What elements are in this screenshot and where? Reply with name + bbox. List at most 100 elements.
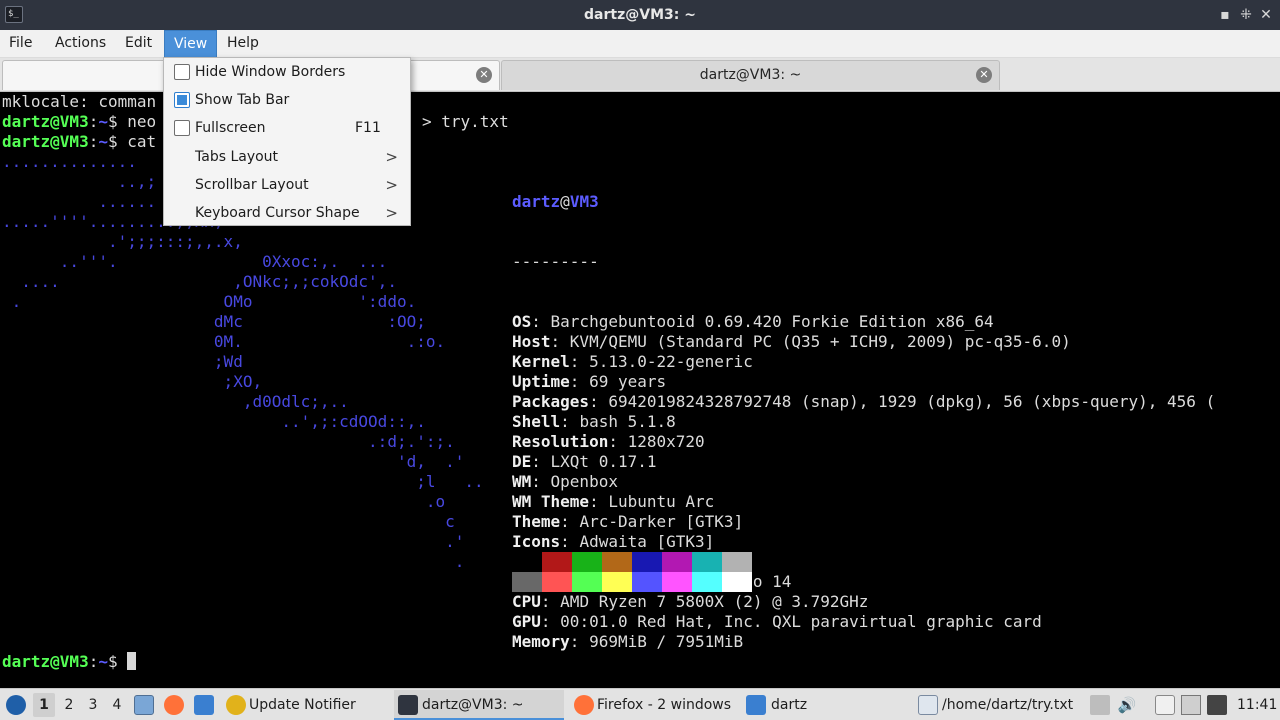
info-key: Uptime bbox=[512, 372, 570, 391]
info-line: Memory: 969MiB / 7951MiB bbox=[512, 632, 744, 651]
desktop-1-button[interactable]: 1 bbox=[33, 693, 55, 717]
info-value: Openbox bbox=[550, 472, 618, 491]
show-tab-bar-checkbox[interactable] bbox=[174, 92, 190, 108]
network-icon[interactable] bbox=[1181, 695, 1201, 715]
info-header: dartz@VM3 bbox=[512, 192, 599, 211]
info-line: Host: KVM/QEMU (Standard PC (Q35 + ICH9,… bbox=[512, 332, 1071, 351]
task-terminal[interactable]: dartz@VM3: ~ bbox=[394, 690, 564, 720]
menu-item-fullscreen[interactable]: Fullscreen F11 bbox=[164, 114, 410, 142]
color-swatch bbox=[542, 552, 572, 572]
tab-2[interactable]: dartz@VM3: ~ ✕ bbox=[501, 60, 1000, 90]
terminal-line-1: mklocale: comman bbox=[2, 92, 157, 111]
hide-window-borders-checkbox[interactable] bbox=[174, 64, 190, 80]
menu-item-tabs-layout[interactable]: Tabs Layout > bbox=[164, 143, 410, 171]
info-line: Shell: bash 5.1.8 bbox=[512, 412, 676, 431]
logo-line: dMc :OO; bbox=[2, 312, 426, 331]
logo-line: ,d0Odlc;,.. bbox=[2, 392, 349, 411]
logo-line: .' bbox=[2, 532, 465, 551]
firefox-icon bbox=[574, 695, 594, 715]
color-swatch bbox=[692, 552, 722, 572]
show-desktop-icon[interactable] bbox=[134, 695, 154, 715]
desktop-4-button[interactable]: 4 bbox=[106, 693, 128, 717]
info-line: CPU: AMD Ryzen 7 5800X (2) @ 3.792GHz bbox=[512, 592, 869, 611]
info-key: Memory bbox=[512, 632, 570, 651]
info-line: WM Theme: Lubuntu Arc bbox=[512, 492, 715, 511]
logo-line: ;l .. bbox=[2, 472, 484, 491]
info-value: 969MiB / 7951MiB bbox=[589, 632, 744, 651]
task-firefox[interactable]: Firefox - 2 windows bbox=[570, 690, 740, 720]
desktop-3-button[interactable]: 3 bbox=[82, 693, 104, 717]
menu-item-keyboard-cursor-shape[interactable]: Keyboard Cursor Shape > bbox=[164, 199, 410, 227]
info-value: 00:01.0 Red Hat, Inc. QXL paravirtual gr… bbox=[560, 612, 1042, 631]
desktop-2-button[interactable]: 2 bbox=[58, 693, 80, 717]
logo-line: ;XO, bbox=[2, 372, 263, 391]
menu-actions[interactable]: Actions bbox=[46, 30, 115, 58]
terminal-line-2-tail: > try.txt bbox=[422, 112, 509, 131]
menu-help[interactable]: Help bbox=[218, 30, 268, 58]
logo-line: 0M. .:o. bbox=[2, 332, 446, 351]
keyboard-cursor-shape-label: Keyboard Cursor Shape bbox=[195, 205, 360, 221]
volume-icon[interactable]: 🔊 bbox=[1117, 695, 1137, 715]
terminal-icon bbox=[398, 695, 418, 715]
screen-icon[interactable] bbox=[1207, 695, 1227, 715]
window-title: dartz@VM3: ~ bbox=[584, 7, 696, 23]
logo-line: . OMo ':ddo. bbox=[2, 292, 417, 311]
text-cursor bbox=[127, 652, 137, 670]
task-label: /home/dartz/try.txt bbox=[942, 697, 1074, 713]
info-key: WM bbox=[512, 472, 532, 491]
task-dartz-folder[interactable]: dartz bbox=[742, 690, 912, 720]
tabs-layout-label: Tabs Layout bbox=[195, 149, 279, 165]
color-swatch bbox=[512, 552, 542, 572]
title-bar: $_ dartz@VM3: ~ ▪ ⁜ ✕ bbox=[0, 0, 1280, 30]
menu-item-show-tab-bar[interactable]: Show Tab Bar bbox=[164, 86, 410, 114]
info-line: Resolution: 1280x720 bbox=[512, 432, 705, 451]
hide-window-borders-label: Hide Window Borders bbox=[195, 64, 346, 80]
fullscreen-checkbox[interactable] bbox=[174, 120, 190, 136]
info-line: WM: Openbox bbox=[512, 472, 618, 491]
info-key: Packages bbox=[512, 392, 590, 411]
tab-2-close-icon[interactable]: ✕ bbox=[976, 67, 992, 83]
info-value: 6942019824328792748 (snap), 1929 (dpkg),… bbox=[608, 392, 1216, 411]
terminal-line-3: dartz@VM3:~$ cat bbox=[2, 132, 157, 151]
clock[interactable]: 11:41 bbox=[1237, 689, 1277, 720]
task-text-editor[interactable]: /home/dartz/try.txt bbox=[914, 690, 1084, 720]
info-key: GPU bbox=[512, 612, 541, 631]
start-menu-icon[interactable] bbox=[6, 695, 26, 715]
close-window-icon[interactable]: ✕ bbox=[1257, 5, 1275, 25]
logo-line: .';;;:::;,,.x, bbox=[2, 232, 243, 251]
info-value: 69 years bbox=[589, 372, 667, 391]
info-key: Theme bbox=[512, 512, 561, 531]
menu-edit[interactable]: Edit bbox=[116, 30, 161, 58]
info-value: 1280x720 bbox=[627, 432, 705, 451]
menu-item-scrollbar-layout[interactable]: Scrollbar Layout > bbox=[164, 171, 410, 199]
info-key: OS bbox=[512, 312, 532, 331]
update-notifier-icon bbox=[226, 695, 246, 715]
menu-item-hide-window-borders[interactable]: Hide Window Borders bbox=[164, 58, 410, 86]
menu-file[interactable]: File bbox=[0, 30, 41, 58]
text-editor-icon bbox=[918, 695, 938, 715]
info-line: Packages: 6942019824328792748 (snap), 19… bbox=[512, 392, 1216, 411]
color-swatch bbox=[632, 552, 662, 572]
updates-tray-icon[interactable] bbox=[1090, 695, 1110, 715]
tab-1-close-icon[interactable]: ✕ bbox=[476, 67, 492, 83]
info-key: CPU bbox=[512, 592, 541, 611]
clipboard-icon[interactable] bbox=[1155, 695, 1175, 715]
task-label: dartz bbox=[771, 697, 808, 713]
task-update-notifier[interactable]: Update Notifier bbox=[222, 690, 392, 720]
color-swatch bbox=[632, 572, 662, 592]
color-swatch bbox=[602, 552, 632, 572]
logo-line: .:d;.':;. bbox=[2, 432, 455, 451]
menu-view[interactable]: View bbox=[164, 30, 218, 58]
file-manager-launcher-icon[interactable] bbox=[194, 695, 214, 715]
logo-line: .... ,ONkc;,;cokOdc',. bbox=[2, 272, 397, 291]
show-tab-bar-label: Show Tab Bar bbox=[195, 92, 290, 108]
color-swatch bbox=[662, 572, 692, 592]
tab-2-label: dartz@VM3: ~ bbox=[699, 67, 802, 83]
chevron-right-icon: > bbox=[385, 148, 398, 166]
minimize-icon[interactable]: ▪ bbox=[1216, 5, 1234, 25]
system-info: dartz@VM3 --------- OS: Barchgebuntooid … bbox=[512, 152, 1215, 688]
terminal-line-2: dartz@VM3:~$ neo bbox=[2, 112, 157, 131]
firefox-launcher-icon[interactable] bbox=[164, 695, 184, 715]
color-swatch bbox=[542, 572, 572, 592]
maximize-icon[interactable]: ⁜ bbox=[1237, 5, 1255, 25]
